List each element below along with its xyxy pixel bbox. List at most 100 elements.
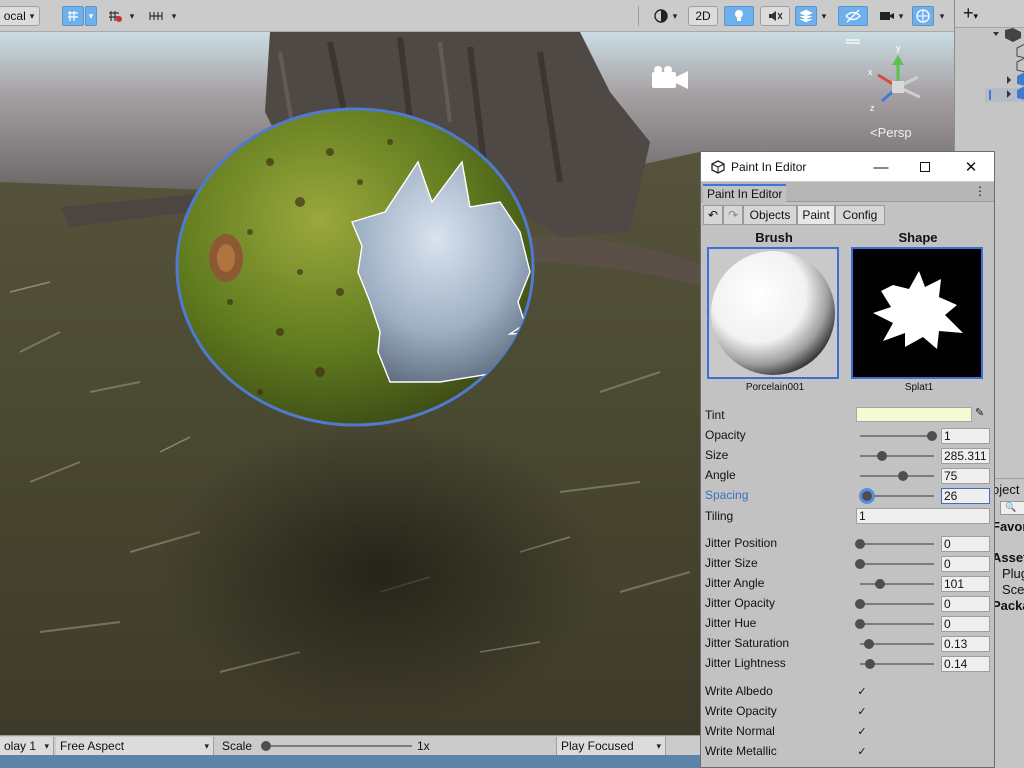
- jitter-size-value-field[interactable]: 0: [941, 556, 990, 572]
- jitter-angle-slider-track[interactable]: [860, 583, 934, 585]
- brush-preview[interactable]: [707, 247, 839, 379]
- shape-preview[interactable]: [851, 247, 983, 379]
- write-metallic-checkbox[interactable]: ✓: [856, 745, 868, 758]
- minimize-button[interactable]: —: [871, 157, 891, 177]
- jitter-position-slider-track[interactable]: [860, 543, 934, 545]
- toggle-2d-button[interactable]: 2D: [688, 6, 718, 26]
- window-titlebar[interactable]: Paint In Editor — ✕: [701, 152, 994, 182]
- close-button[interactable]: ✕: [961, 157, 981, 177]
- jitter-lightness-slider-knob[interactable]: [865, 659, 875, 669]
- gizmos-dropdown[interactable]: ▾: [936, 6, 948, 26]
- camera-settings-button[interactable]: ▾: [874, 6, 908, 26]
- svg-text:y: y: [896, 43, 901, 53]
- write-albedo-checkbox[interactable]: ✓: [856, 685, 868, 698]
- spacing-slider-knob[interactable]: [862, 491, 872, 501]
- spacing-label: Spacing: [705, 488, 749, 502]
- grid-visibility-button[interactable]: [104, 6, 126, 26]
- opacity-slider-track[interactable]: [860, 435, 934, 437]
- plugins-folder[interactable]: Plug: [1002, 566, 1024, 581]
- jitter-saturation-value-field[interactable]: 0.13: [941, 636, 990, 652]
- lighting-toggle[interactable]: [724, 6, 754, 26]
- jitter-size-slider-knob[interactable]: [855, 559, 865, 569]
- spacing-value-field[interactable]: 26: [941, 488, 990, 504]
- tab-objects[interactable]: Objects: [743, 205, 797, 225]
- tab-config[interactable]: Config: [835, 205, 885, 225]
- maximize-button[interactable]: [915, 157, 935, 177]
- tint-color-field[interactable]: [856, 407, 972, 422]
- write-normal-checkbox[interactable]: ✓: [856, 725, 868, 738]
- porcelain-sphere-image: [711, 251, 835, 375]
- window-tab-row: Paint In Editor ⋮: [701, 182, 994, 202]
- angle-slider-track[interactable]: [860, 475, 934, 477]
- add-object-button[interactable]: +▾: [963, 3, 978, 24]
- play-mode-dropdown[interactable]: Play Focused ▾: [556, 737, 666, 755]
- chevron-down-icon: ▾: [171, 10, 177, 21]
- aspect-label: Free Aspect: [60, 739, 125, 753]
- grid-snap-dropdown[interactable]: ▾: [85, 6, 97, 26]
- audio-mute-icon: [769, 11, 783, 21]
- undo-button[interactable]: ↶: [703, 205, 723, 225]
- tab-paint[interactable]: Paint: [797, 205, 835, 225]
- angle-label: Angle: [705, 468, 736, 482]
- jitter-opacity-slider-knob[interactable]: [855, 599, 865, 609]
- grid-visibility-dropdown[interactable]: ▾: [126, 6, 138, 26]
- jitter-hue-value-field[interactable]: 0: [941, 616, 990, 632]
- aspect-dropdown[interactable]: Free Aspect ▾: [56, 737, 214, 755]
- grid-snap-toggle[interactable]: [62, 6, 84, 26]
- jitter-position-slider-knob[interactable]: [855, 539, 865, 549]
- jitter-opacity-slider-track[interactable]: [860, 603, 934, 605]
- assets-folder[interactable]: Asset: [992, 550, 1024, 565]
- camera-icon: [879, 12, 894, 20]
- redo-button[interactable]: ↷: [723, 205, 743, 225]
- gizmos-toggle[interactable]: [912, 6, 934, 26]
- effects-toggle[interactable]: [795, 6, 817, 26]
- favorites-folder[interactable]: Favor: [992, 519, 1024, 534]
- write-opacity-checkbox[interactable]: ✓: [856, 705, 868, 718]
- jitter-saturation-slider-knob[interactable]: [864, 639, 874, 649]
- audio-toggle[interactable]: [760, 6, 790, 26]
- display-dropdown[interactable]: olay 1 ▾: [0, 737, 54, 755]
- effects-dropdown[interactable]: ▾: [818, 6, 830, 26]
- project-tab-label[interactable]: oject: [992, 482, 1019, 497]
- size-slider-track[interactable]: [860, 455, 934, 457]
- jitter-angle-value-field[interactable]: 101: [941, 576, 990, 592]
- opacity-slider-knob[interactable]: [927, 431, 937, 441]
- pivot-label: ocal: [3, 9, 26, 23]
- increment-snap-dropdown[interactable]: ▾: [168, 6, 180, 26]
- packages-folder[interactable]: Packa: [992, 598, 1024, 613]
- scene-toolbar: ocal ▾ ▾ ▾ ▾ ▾ 2D ▾ ▾ ▾: [0, 0, 954, 32]
- tiling-field[interactable]: 1: [856, 508, 990, 524]
- tab-paint-in-editor[interactable]: Paint In Editor: [703, 184, 787, 202]
- jitter-position-value-field[interactable]: 0: [941, 536, 990, 552]
- splat-shape-image: [873, 271, 963, 349]
- increment-snap-button[interactable]: [146, 6, 168, 26]
- jitter-size-slider-track[interactable]: [860, 563, 934, 565]
- scenes-folder[interactable]: Scen: [1002, 582, 1024, 597]
- scale-slider-knob[interactable]: [261, 741, 271, 751]
- chevron-down-icon: ▾: [821, 10, 827, 21]
- scene-visibility-toggle[interactable]: [838, 6, 868, 26]
- size-value-field[interactable]: 285.311: [941, 448, 990, 464]
- jitter-lightness-value-field[interactable]: 0.14: [941, 656, 990, 672]
- tint-label: Tint: [705, 408, 725, 422]
- jitter-hue-slider-track[interactable]: [860, 623, 934, 625]
- jitter-angle-slider-knob[interactable]: [875, 579, 885, 589]
- persp-label[interactable]: <Persp: [870, 125, 912, 140]
- grid-snap-icon: [68, 11, 78, 21]
- scale-slider-track[interactable]: [266, 745, 412, 747]
- opacity-label: Opacity: [705, 428, 746, 442]
- pivot-dropdown[interactable]: ocal ▾: [0, 6, 40, 26]
- angle-slider-knob[interactable]: [898, 471, 908, 481]
- shading-mode-button[interactable]: ▾: [648, 6, 682, 26]
- project-search-input[interactable]: 🔍: [1000, 501, 1024, 515]
- jitter-hue-slider-knob[interactable]: [855, 619, 865, 629]
- more-options-icon[interactable]: ⋮: [974, 184, 986, 198]
- angle-value-field[interactable]: 75: [941, 468, 990, 484]
- jitter-opacity-value-field[interactable]: 0: [941, 596, 990, 612]
- opacity-value-field[interactable]: 1: [941, 428, 990, 444]
- write-opacity-label: Write Opacity: [705, 704, 777, 718]
- status-strip: [0, 755, 700, 768]
- light-bulb-icon: [735, 10, 743, 21]
- eyedropper-icon[interactable]: ✎: [975, 406, 984, 419]
- size-slider-knob[interactable]: [877, 451, 887, 461]
